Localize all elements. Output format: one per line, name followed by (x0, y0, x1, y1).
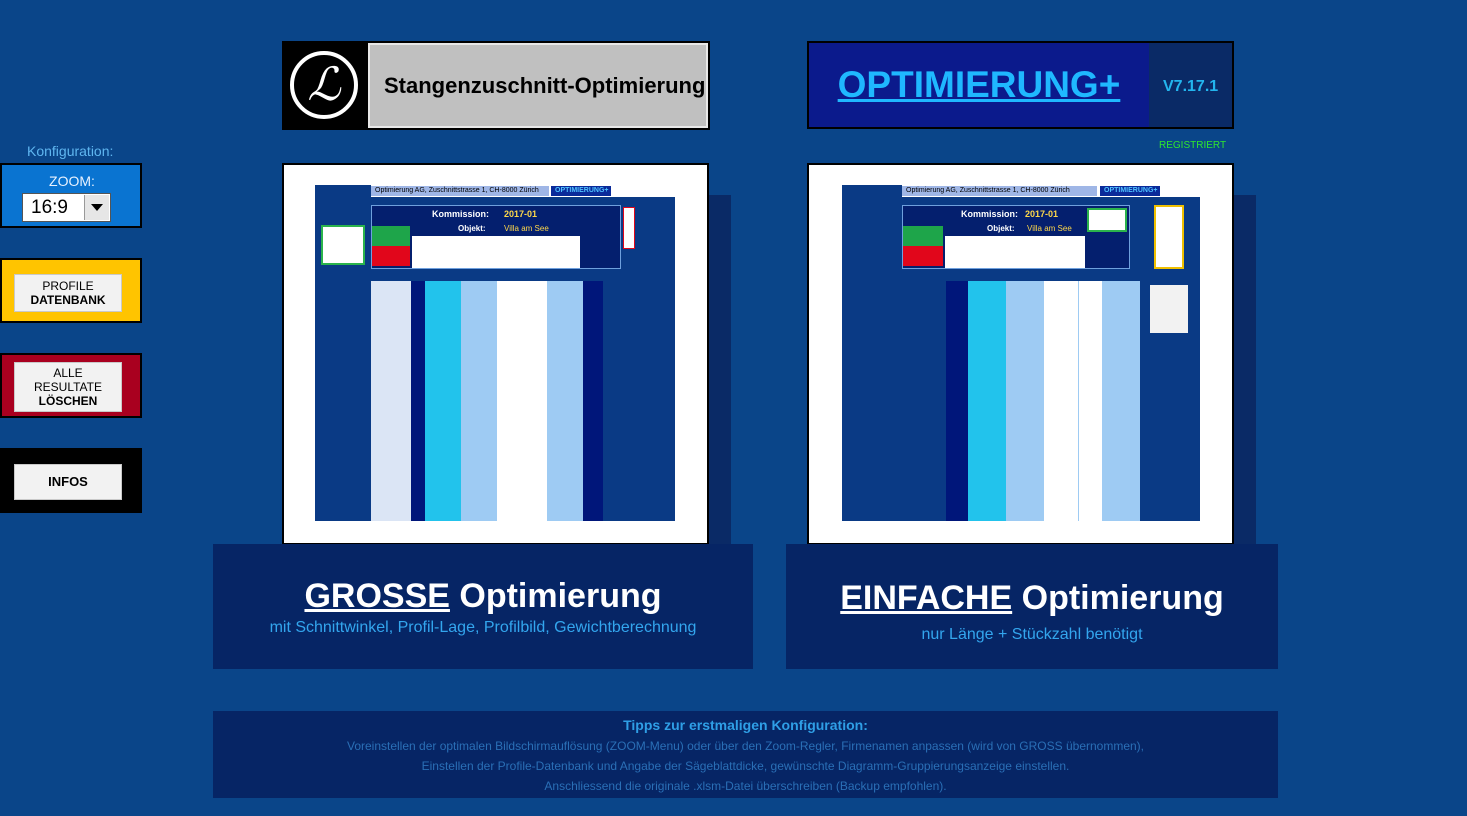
preview-kommission-label: Kommission: (432, 209, 490, 219)
big-optimization-title[interactable]: GROSSE Optimierung (213, 577, 753, 616)
simple-title-underlined: EINFACHE (840, 579, 1013, 617)
preview-big-screen: Optimierung AG, Zuschnittstrasse 1, CH-8… (315, 185, 675, 521)
preview-green-cell (372, 226, 410, 246)
big-optimization-panel[interactable]: GROSSE Optimierung mit Schnittwinkel, Pr… (213, 544, 753, 669)
preview-extra-column (1102, 281, 1140, 521)
preview-company-line: Optimierung AG, Zuschnittstrasse 1, CH-8… (902, 186, 1097, 196)
profile-button-line1: PROFILE (42, 279, 94, 293)
simple-optimization-subtitle: nur Länge + Stückzahl benötigt (921, 626, 1143, 643)
preview-angle2-column (547, 281, 583, 521)
reset-button-line1: ALLE (53, 366, 83, 380)
preview-form-panel: Kommission: 2017-01 Objekt: Villa am See (902, 205, 1130, 269)
simple-optimization-panel[interactable]: EINFACHE Optimierung nur Länge + Stückza… (786, 544, 1278, 669)
preview-kommission-value: 2017-01 (504, 209, 538, 219)
preview-form-fields (945, 236, 1085, 268)
zoom-value: 16:9 (31, 196, 68, 218)
preview-pieces-column (1078, 281, 1102, 521)
version-label: V7.17.1 (1163, 78, 1219, 95)
infos-button[interactable]: INFOS (14, 464, 122, 500)
logo-icon: ℒ (290, 51, 358, 119)
tips-line-2: Einstellen der Profile-Datenbank und Ang… (421, 759, 1070, 773)
preview-row-number-column (946, 281, 968, 521)
preview-type-column (1006, 281, 1044, 521)
preview-shadow (1233, 195, 1256, 545)
profile-database-panel: PROFILE DATENBANK (0, 258, 142, 323)
preview-simple-optimization[interactable]: Optimierung AG, Zuschnittstrasse 1, CH-8… (807, 163, 1234, 545)
preview-angle-column (461, 281, 497, 521)
preview-kommission-label: Kommission: (961, 209, 1019, 219)
preview-side-menu (1150, 285, 1188, 333)
zoom-panel: ZOOM: 16:9 (0, 163, 142, 228)
preview-quick-entry (321, 225, 365, 265)
preview-position-column (583, 281, 603, 521)
zoom-select[interactable]: 16:9 (22, 193, 111, 222)
preview-green-cell (903, 226, 943, 246)
preview-product-mini: OPTIMIERUNG+ (1100, 186, 1160, 196)
reset-button-line2: RESULTATE (33, 380, 102, 394)
preview-quick-entry (1087, 208, 1127, 232)
preview-form-fields (412, 236, 580, 268)
big-optimization-subtitle: mit Schnittwinkel, Profil-Lage, Profilbi… (269, 619, 697, 636)
preview-big-optimization[interactable]: Optimierung AG, Zuschnittstrasse 1, CH-8… (282, 163, 709, 545)
tips-line-3: Anschliessend die originale .xlsm-Datei … (544, 779, 947, 793)
preview-start-button (623, 207, 635, 249)
profile-button-line2: DATENBANK (30, 293, 106, 307)
preview-shadow (708, 195, 731, 545)
preview-company-line: Optimierung AG, Zuschnittstrasse 1, CH-8… (371, 186, 549, 196)
preview-image-column (371, 281, 411, 521)
preview-length-column (1044, 281, 1078, 521)
preview-simple-screen: Optimierung AG, Zuschnittstrasse 1, CH-8… (842, 185, 1200, 521)
chevron-down-icon[interactable] (84, 195, 109, 220)
zoom-label: ZOOM: (49, 173, 95, 189)
preview-red-cell (372, 246, 410, 266)
preview-top-bar: Optimierung AG, Zuschnittstrasse 1, CH-8… (902, 185, 1200, 197)
big-title-rest: Optimierung (449, 577, 662, 615)
product-header: OPTIMIERUNG+ V7.17.1 (807, 41, 1234, 129)
preview-desc-column (425, 281, 461, 521)
preview-row-number-column (411, 281, 425, 521)
product-title-box: OPTIMIERUNG+ (809, 43, 1149, 127)
app-title: Stangenzuschnitt-Optimierung (368, 43, 708, 128)
preview-form-panel: Kommission: 2017-01 Objekt: Villa am See (371, 205, 621, 269)
preview-length-column (497, 281, 547, 521)
reset-results-button[interactable]: ALLE RESULTATE LÖSCHEN (14, 362, 122, 412)
simple-title-rest: Optimierung (1012, 579, 1224, 617)
preview-kommission-value: 2017-01 (1025, 209, 1059, 219)
preview-top-bar: Optimierung AG, Zuschnittstrasse 1, CH-8… (371, 185, 675, 197)
infos-panel: INFOS (0, 448, 142, 513)
preview-objekt-value: Villa am See (504, 224, 549, 233)
preview-objekt-label: Objekt: (458, 224, 486, 233)
big-title-underlined: GROSSE (304, 577, 450, 615)
preview-start-button (1154, 205, 1184, 269)
product-title: OPTIMIERUNG+ (837, 64, 1121, 105)
config-label: Konfiguration: (27, 143, 114, 159)
simple-optimization-title[interactable]: EINFACHE Optimierung (786, 579, 1278, 618)
registration-status: REGISTRIERT (1159, 140, 1227, 151)
preview-product-mini: OPTIMIERUNG+ (551, 186, 611, 196)
infos-button-label: INFOS (48, 474, 88, 489)
preview-objekt-value: Villa am See (1027, 224, 1072, 233)
tips-title: Tipps zur erstmaligen Konfiguration: (623, 717, 868, 733)
reset-button-line3: LÖSCHEN (38, 394, 98, 408)
preview-red-cell (903, 246, 943, 266)
reset-results-panel: ALLE RESULTATE LÖSCHEN (0, 353, 142, 418)
profile-database-button[interactable]: PROFILE DATENBANK (14, 274, 122, 312)
preview-desc-column (968, 281, 1006, 521)
app-header: ℒ Stangenzuschnitt-Optimierung (282, 41, 710, 130)
preview-objekt-label: Objekt: (987, 224, 1015, 233)
tips-line-1: Voreinstellen der optimalen Bildschirmau… (346, 739, 1144, 753)
tips-panel: Tipps zur erstmaligen Konfiguration: Vor… (213, 711, 1278, 798)
